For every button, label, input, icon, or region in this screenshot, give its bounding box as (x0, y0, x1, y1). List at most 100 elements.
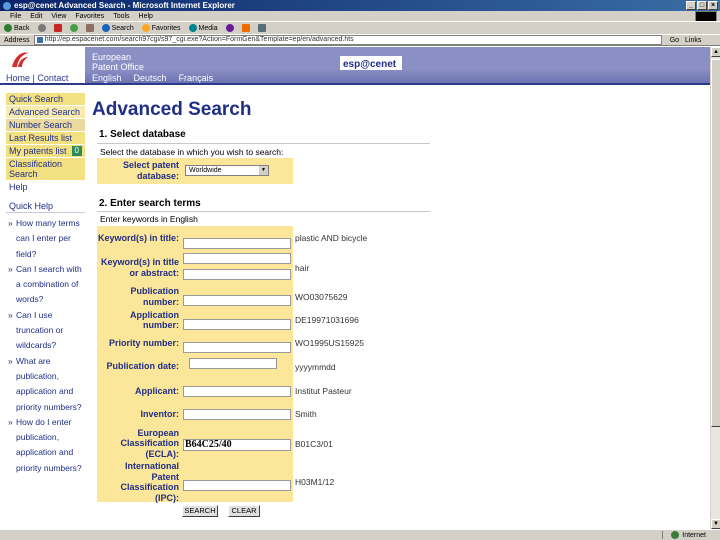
nav-quick-search[interactable]: Quick Search (6, 93, 85, 106)
star-icon (141, 24, 150, 32)
window-controls: _ □ × (686, 1, 718, 10)
field-label: Priority number: (97, 332, 181, 354)
quick-help-item[interactable]: Can I search with a combination of words… (6, 262, 85, 308)
ie-icon (3, 1, 11, 10)
vertical-scrollbar[interactable]: ▲ ▼ (710, 47, 720, 529)
minimize-button[interactable]: _ (686, 1, 696, 10)
field-input-cell (181, 332, 293, 354)
chevron-down-icon[interactable]: ▼ (259, 166, 268, 175)
field-example: B01C3/01 (293, 425, 430, 462)
database-select[interactable]: Worldwide ▼ (185, 165, 269, 176)
back-arrow-icon (4, 24, 12, 32)
menu-view[interactable]: View (51, 13, 66, 20)
espacenet-logo-text: esp@cenet (343, 59, 397, 70)
abstract-keywords-input-1[interactable] (183, 253, 291, 264)
nav-my-patents[interactable]: My patents list 0 (6, 145, 85, 158)
field-label: Publication number: (97, 285, 181, 308)
maximize-button[interactable]: □ (697, 1, 707, 10)
media-button[interactable]: Media (188, 24, 218, 32)
lang-francais[interactable]: Français (179, 73, 214, 83)
field-input-cell (181, 403, 293, 425)
field-example: Institut Pasteur (293, 379, 430, 403)
scroll-thumb[interactable] (711, 59, 720, 427)
epo-logo-icon (12, 52, 28, 67)
menu-favorites[interactable]: Favorites (75, 13, 104, 20)
nav-classification-search[interactable]: Classification Search (6, 158, 85, 181)
quick-help-item[interactable]: Can I use truncation or wildcards? (6, 308, 85, 354)
home-button[interactable] (85, 24, 94, 32)
print-button[interactable] (257, 24, 266, 32)
scroll-up-icon[interactable]: ▲ (711, 47, 720, 57)
quick-help-item[interactable]: How many terms can I enter per field? (6, 216, 85, 262)
inventor-input[interactable] (183, 409, 291, 420)
database-select-row: Select patent database: Worldwide ▼ (97, 158, 430, 184)
left-navigation: Quick Search Advanced Search Number Sear… (6, 93, 85, 476)
org-line2: Patent Office (92, 62, 144, 72)
publication-date-input[interactable] (189, 358, 277, 369)
quick-help-item[interactable]: What are publication, application and pr… (6, 354, 85, 415)
field-row-title-keywords: Keyword(s) in title: plastic AND bicycle (97, 226, 430, 250)
field-row-publication-number: Publication number: WO03075629 (97, 285, 430, 308)
lang-english[interactable]: English (92, 73, 122, 83)
priority-number-input[interactable] (183, 342, 291, 353)
links-button[interactable]: Links (685, 37, 701, 44)
applicant-input[interactable] (183, 386, 291, 397)
browser-toolbar: Back Search Favorites Media (0, 21, 720, 34)
ipc-input[interactable] (183, 480, 291, 491)
address-input[interactable]: http://ep.espacenet.com/search97cgi/s97_… (33, 35, 662, 45)
go-button[interactable]: Go (670, 37, 679, 44)
field-label: Inventor: (97, 403, 181, 425)
scroll-down-icon[interactable]: ▼ (711, 519, 720, 529)
nav-last-results[interactable]: Last Results list (6, 132, 85, 145)
menu-help[interactable]: Help (139, 13, 153, 20)
field-row-abstract-keywords: Keyword(s) in title or abstract: hair (97, 250, 430, 285)
search-button-toolbar[interactable]: Search (101, 24, 134, 32)
quick-help-item[interactable]: How do I enter publication, application … (6, 415, 85, 476)
menu-file[interactable]: File (10, 13, 21, 20)
nav-help[interactable]: Help (6, 181, 85, 194)
forward-button[interactable] (37, 24, 46, 32)
home-contact-links[interactable]: Home | Contact (6, 73, 68, 83)
field-input-cell (181, 308, 293, 332)
epo-header: Home | Contact European Patent Office En… (0, 47, 710, 85)
lang-deutsch[interactable]: Deutsch (134, 73, 167, 83)
nav-number-search[interactable]: Number Search (6, 119, 85, 132)
field-example: plastic AND bicycle (293, 226, 430, 250)
database-select-label: Select patent database: (122, 160, 179, 181)
abstract-keywords-input[interactable] (183, 269, 291, 280)
favorites-button[interactable]: Favorites (141, 24, 181, 32)
back-button[interactable]: Back (4, 24, 30, 32)
refresh-button[interactable] (69, 24, 78, 32)
section-divider (97, 211, 430, 212)
database-select-value: Worldwide (189, 167, 222, 174)
field-label: Publication date: (97, 354, 181, 379)
title-keywords-input[interactable] (183, 238, 291, 249)
clear-button[interactable]: CLEAR (228, 505, 260, 517)
field-label: Keyword(s) in title or abstract: (97, 250, 181, 285)
security-zone-label: Internet (682, 531, 706, 539)
search-button[interactable]: SEARCH (182, 505, 218, 517)
close-button[interactable]: × (708, 1, 718, 10)
field-row-inventor: Inventor: Smith (97, 403, 430, 425)
history-button[interactable] (225, 24, 234, 32)
menu-edit[interactable]: Edit (30, 13, 42, 20)
publication-number-input[interactable] (183, 295, 291, 306)
nav-advanced-search[interactable]: Advanced Search (6, 106, 85, 119)
stop-button[interactable] (53, 24, 62, 32)
field-example: H03M1/12 (293, 462, 430, 502)
field-label: International Patent Classification (IPC… (97, 461, 181, 503)
field-input-cell (181, 250, 293, 285)
menu-tools[interactable]: Tools (113, 13, 129, 20)
section-select-database-desc: Select the database in which you wish to… (100, 147, 284, 157)
org-line1: European (92, 52, 132, 62)
header-left-panel: Home | Contact (0, 47, 85, 85)
refresh-icon (69, 24, 78, 32)
field-row-application-number: Application number: DE19971031696 (97, 308, 430, 332)
field-row-ecla: European Classification (ECLA): B64C25/4… (97, 425, 430, 462)
field-label: Applicant: (97, 379, 181, 403)
application-number-input[interactable] (183, 319, 291, 330)
mail-button[interactable] (241, 24, 250, 32)
field-row-publication-date: Publication date: yyyymmdd (97, 354, 430, 379)
field-row-ipc: International Patent Classification (IPC… (97, 461, 430, 503)
ecla-input[interactable]: B64C25/40 (183, 439, 291, 451)
